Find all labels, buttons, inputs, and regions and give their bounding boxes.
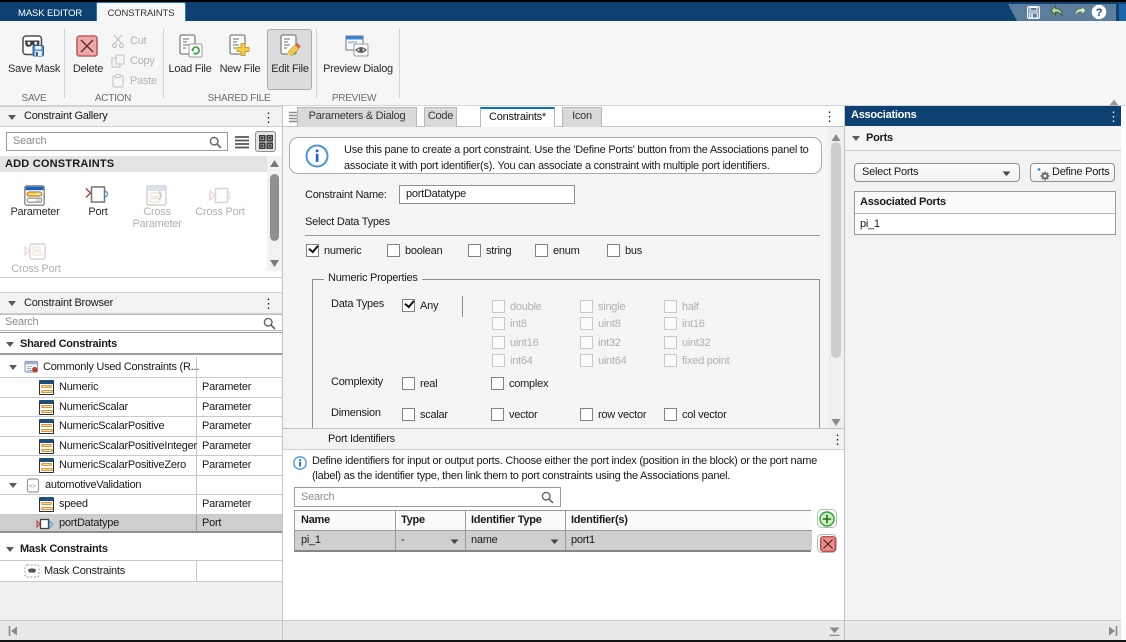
svg-text:?: ?: [1096, 7, 1103, 19]
svg-text:<>: <>: [29, 484, 36, 490]
